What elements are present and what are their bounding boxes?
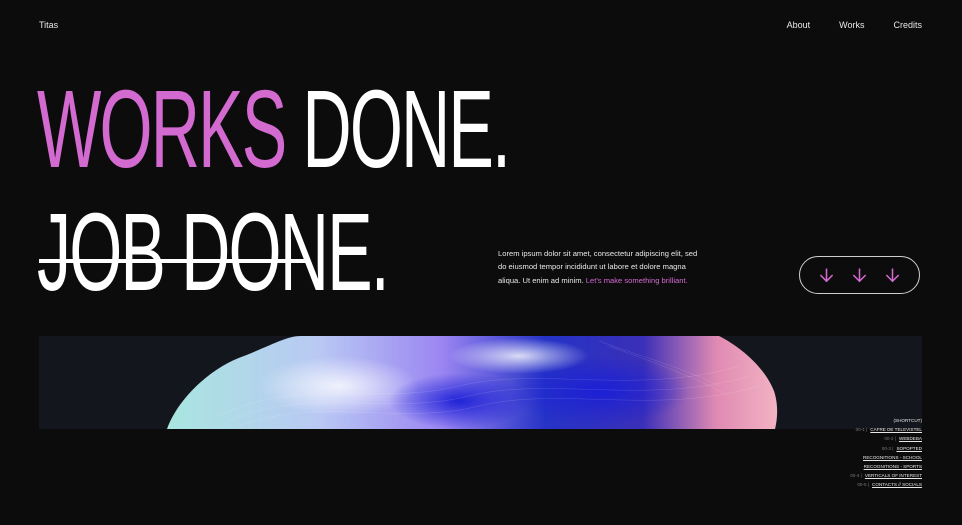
abstract-gradient-art <box>167 336 778 429</box>
shortcut-link[interactable]: SOPOPTED <box>896 444 922 453</box>
top-nav: About Works Credits <box>787 20 922 30</box>
shortcut-index: 00-5 | <box>857 482 870 488</box>
shortcut-link[interactable]: CONTACTS // SOCIALS <box>872 480 922 489</box>
nav-works[interactable]: Works <box>839 20 864 30</box>
intro-paragraph: Lorem ipsum dolor sit amet, consectetur … <box>498 247 698 287</box>
headline: WORKS DONE. <box>37 75 511 185</box>
shortcut-index: 00-1 | <box>855 427 868 433</box>
headline-accent: WORKS <box>37 68 287 191</box>
brand-logo[interactable]: Titas <box>39 20 58 30</box>
nav-about[interactable]: About <box>787 20 811 30</box>
shortcut-link[interactable]: WEBDEBA <box>899 434 922 443</box>
nav-credits[interactable]: Credits <box>893 20 922 30</box>
intro-cta-link[interactable]: Let's make something brilliant. <box>586 276 688 285</box>
arrow-down-icon <box>886 267 899 282</box>
arrow-down-icon <box>853 267 866 282</box>
shortcut-index: 00-2 | <box>884 436 897 442</box>
shortcut-link[interactable]: RECOGNITIONS - SCHOOL <box>863 453 922 462</box>
shortcut-menu: (SHORTCUT) 00-1 | CAFRE DE TELEVISTEL 00-… <box>850 416 922 490</box>
hero-image <box>39 336 922 429</box>
arrow-down-icon <box>820 267 833 282</box>
headline-strikethrough: JOB DONE. <box>37 191 390 314</box>
shortcut-link[interactable]: RECOGNITIONS - SPORTS <box>864 462 922 471</box>
strikethrough-line <box>39 259 307 263</box>
headline-rest: DONE. <box>285 68 511 191</box>
shortcut-index: 00-3 | <box>881 445 894 451</box>
shortcut-link[interactable]: VERTICALS OF INTEREST <box>865 471 922 480</box>
shortcut-link[interactable]: CAFRE DE TELEVISTEL <box>870 425 922 434</box>
shortcut-title: (SHORTCUT) <box>893 418 923 423</box>
scroll-down-button[interactable] <box>799 256 920 294</box>
shortcut-index: 00-4 | <box>850 473 862 479</box>
